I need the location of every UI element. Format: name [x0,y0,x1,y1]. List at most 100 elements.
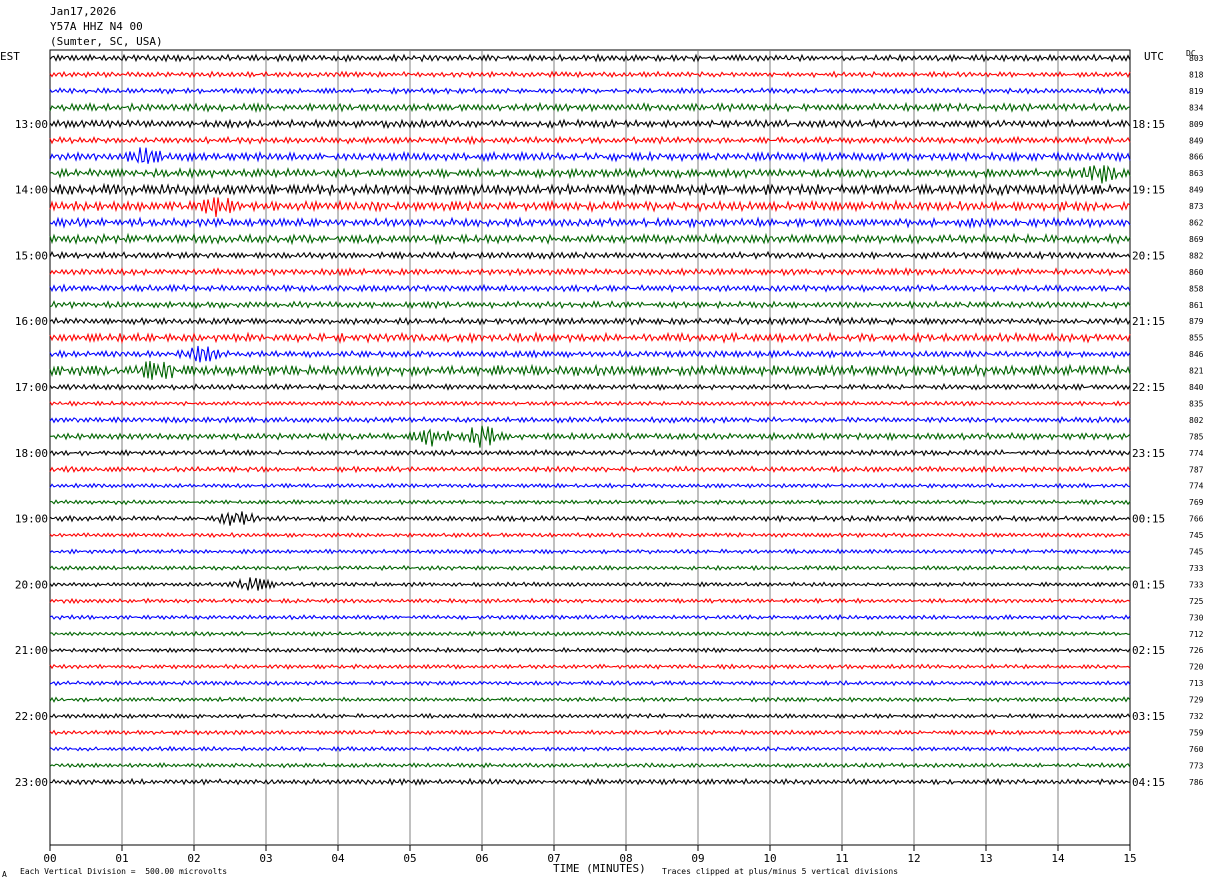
right-hour-label: 02:15 [1132,644,1165,657]
trace-line [49,630,1131,638]
dc-offset-label: 873 [1189,202,1204,211]
corner-mark: A [2,870,7,879]
dc-offset-label: 732 [1189,712,1204,721]
dc-offset-label: 849 [1189,136,1204,145]
dc-offset-label: 730 [1189,613,1204,622]
x-axis-title: TIME (MINUTES) [553,862,646,875]
dc-offset-label: 861 [1189,301,1204,310]
trace-line [49,300,1131,310]
trace-line [49,216,1131,230]
trace-line [50,425,1131,448]
trace-line [49,182,1131,197]
x-tick-label: 10 [763,852,776,865]
x-tick-label: 11 [835,852,848,865]
x-tick-label: 14 [1051,852,1065,865]
dc-offset-label: 863 [1189,169,1204,178]
trace-line [49,597,1131,605]
dc-offset-label: 879 [1189,317,1204,326]
dc-offset-label: 713 [1189,679,1204,688]
trace-line [49,331,1131,345]
trace-line [49,147,1131,164]
trace-line [49,745,1131,753]
plot-frame [49,49,1131,846]
clip-note: Traces clipped at plus/minus 5 vertical … [662,867,899,876]
dc-offset-label: 855 [1189,334,1204,343]
trace-line [49,135,1131,146]
dc-offset-label: 725 [1189,597,1204,606]
trace-line [49,777,1131,787]
dc-offset-label: 802 [1189,416,1204,425]
trace-line [49,679,1131,687]
trace-line [49,53,1131,63]
trace-line [49,283,1131,294]
trace-line [49,448,1131,457]
dc-offset-label: 774 [1189,482,1204,491]
dc-offset-label: 821 [1189,367,1204,376]
left-hour-label: 14:00 [15,184,48,197]
left-hour-label: 21:00 [15,644,48,657]
trace-line [49,382,1131,392]
dc-offset-label: 726 [1189,646,1204,655]
dc-offset-label: 733 [1189,564,1204,573]
x-tick-label: 00 [43,852,56,865]
dc-offset-label: 729 [1189,696,1204,705]
x-tick-label: 15 [1123,852,1136,865]
trace-line [49,498,1131,506]
dc-offset-label: 849 [1189,186,1204,195]
trace-line [49,577,1131,591]
dc-offset-label: 720 [1189,663,1204,672]
left-hour-label: 17:00 [15,381,48,394]
left-hour-label: 22:00 [15,710,48,723]
dc-offset-label: 866 [1189,153,1204,162]
right-hour-label: 20:15 [1132,249,1165,262]
trace-line [49,762,1131,769]
trace-line [49,548,1131,555]
trace-line [49,696,1131,703]
right-hour-label: 04:15 [1132,776,1165,789]
helicorder-plot: 00 01 02 03 04 05 06 07 08 09 10 11 12 13 14 1580381881… [15,49,1204,865]
dc-offset-label: 860 [1189,268,1204,277]
trace-line [49,197,1131,217]
right-hour-label: 18:15 [1132,118,1165,131]
trace-line [49,232,1131,246]
left-hour-label: 13:00 [15,118,48,131]
left-hour-label: 23:00 [15,776,48,789]
x-tick-label: 04 [331,852,345,865]
dc-offset-label: 712 [1189,630,1204,639]
dc-offset-label: 786 [1189,778,1204,787]
trace-line [49,482,1131,489]
dc-offset-label: 862 [1189,219,1204,228]
dc-offset-label: 869 [1189,235,1204,244]
right-hour-label: 19:15 [1132,184,1165,197]
x-tick-label: 02 [187,852,200,865]
x-tick-label: 01 [115,852,128,865]
trace-line [49,415,1131,424]
trace-line [49,316,1131,327]
left-hour-label: 16:00 [15,315,48,328]
x-tick-label: 03 [259,852,272,865]
dc-offset-label: 774 [1189,449,1204,458]
x-tick-label: 06 [475,852,488,865]
trace-line [49,400,1131,407]
right-hour-label: 23:15 [1132,447,1165,460]
trace-line [49,465,1131,474]
dc-offset-label: 858 [1189,284,1204,293]
trace-line [49,118,1131,130]
dc-offset-label: 745 [1189,548,1204,557]
trace-line [49,360,1131,380]
dc-offset-label: 818 [1189,70,1204,79]
dc-offset-label: 745 [1189,531,1204,540]
trace-line [49,729,1131,736]
dc-offset-label: 840 [1189,383,1204,392]
right-hour-label: 01:15 [1132,578,1165,591]
trace-line [49,614,1131,621]
trace-line [49,250,1131,261]
dc-offset-label: 846 [1189,350,1204,359]
trace-line [49,345,1131,363]
trace-line [49,712,1131,720]
dc-offset-label: 760 [1189,745,1204,754]
scale-note: Each Vertical Division = 500.00 microvol… [20,867,228,876]
right-hour-label: 03:15 [1132,710,1165,723]
dc-offset-label: 733 [1189,580,1204,589]
dc-offset-label: 809 [1189,120,1204,129]
